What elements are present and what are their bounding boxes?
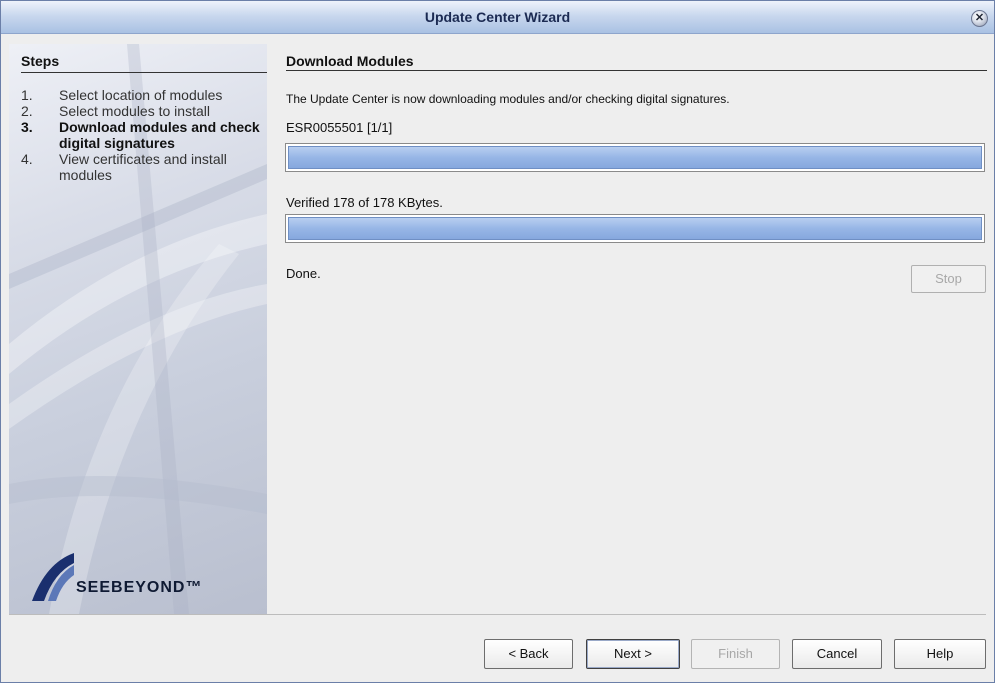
back-button[interactable]: < Back: [484, 639, 573, 669]
seebeyond-logo-icon: [32, 553, 74, 601]
seebeyond-logo-text: SEEBEYOND™: [76, 579, 203, 596]
step-item-4: 4. View certificates and install modules: [21, 151, 267, 183]
next-button[interactable]: Next >: [586, 639, 680, 669]
step-item-3-current: 3. Download modules and check digital sig…: [21, 119, 267, 151]
finish-button[interactable]: Finish: [691, 639, 780, 669]
step-item-2: 2. Select modules to install: [21, 103, 267, 119]
step-number: 2.: [21, 103, 33, 119]
verify-progress-label: Verified 178 of 178 KBytes.: [286, 195, 443, 210]
step-number: 1.: [21, 87, 33, 103]
title-bar[interactable]: Update Center Wizard ✕: [1, 1, 994, 34]
step-number: 4.: [21, 151, 33, 167]
module-progress-bar: [285, 143, 985, 172]
verify-progress-fill: [288, 217, 982, 240]
step-item-1: 1. Select location of modules: [21, 87, 267, 103]
steps-heading: Steps: [21, 53, 60, 69]
step-number: 3.: [21, 119, 33, 135]
close-icon[interactable]: ✕: [971, 10, 988, 27]
download-message: The Update Center is now downloading mod…: [286, 92, 730, 106]
window-title: Update Center Wizard: [424, 9, 571, 25]
content-divider: [286, 70, 987, 71]
help-button[interactable]: Help: [894, 639, 986, 669]
step-label: Download modules and check digital signa…: [59, 119, 260, 151]
steps-divider: [21, 72, 267, 73]
step-label: Select modules to install: [59, 103, 210, 119]
status-text: Done.: [286, 266, 321, 281]
content-heading: Download Modules: [286, 53, 414, 69]
cancel-button[interactable]: Cancel: [792, 639, 882, 669]
button-bar-divider: [9, 614, 986, 615]
verify-progress-bar: [285, 214, 985, 243]
module-progress-fill: [288, 146, 982, 169]
seebeyond-logo: SEEBEYOND™: [26, 549, 258, 605]
module-progress-label: ESR0055501 [1/1]: [286, 120, 393, 135]
stop-button[interactable]: Stop: [911, 265, 986, 293]
step-label: Select location of modules: [59, 87, 223, 103]
update-center-wizard-window: Update Center Wizard ✕ Steps 1. Select lo…: [0, 0, 995, 683]
steps-list: 1. Select location of modules 2. Select mo…: [21, 87, 267, 183]
step-label: View certificates and install modules: [59, 151, 227, 183]
